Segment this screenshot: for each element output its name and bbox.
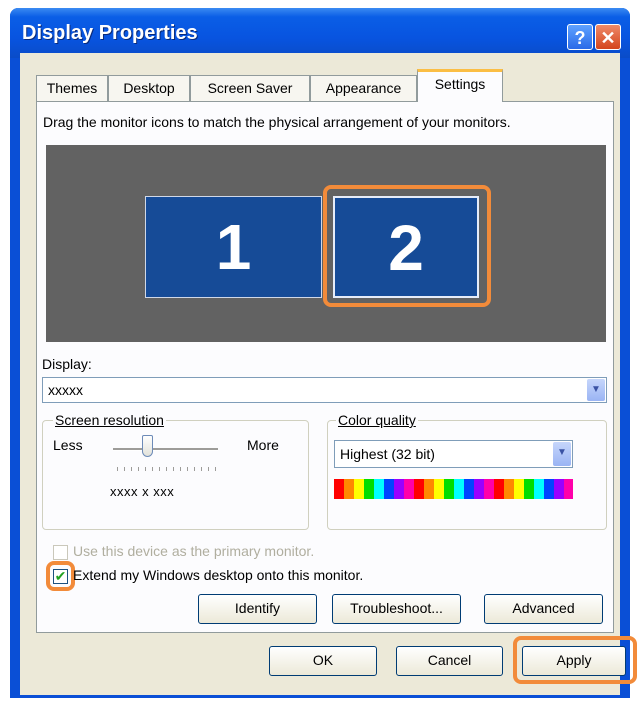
monitor-1[interactable]: 1 (145, 196, 322, 298)
troubleshoot-label: Troubleshoot... (350, 600, 443, 616)
chevron-down-icon[interactable]: ▼ (553, 442, 571, 466)
tab-themes[interactable]: Themes (36, 75, 108, 101)
monitor-2-highlight (323, 185, 491, 307)
resolution-more-label: More (247, 437, 279, 453)
resolution-slider-track (113, 448, 218, 451)
screen-resolution-label: Screen resolution (53, 412, 166, 428)
color-quality-label: Color quality (336, 412, 418, 428)
resolution-slider-thumb[interactable] (142, 435, 153, 457)
title-bar[interactable]: Display Properties ? ✕ (10, 8, 630, 58)
tab-label: Screen Saver (207, 80, 293, 96)
monitor-number: 1 (215, 211, 252, 283)
identify-button[interactable]: Identify (198, 594, 317, 624)
help-icon: ? (574, 28, 586, 48)
color-spectrum-bar (334, 479, 573, 499)
settings-panel: Drag the monitor icons to match the phys… (36, 101, 614, 633)
extend-desktop-label: Extend my Windows desktop onto this moni… (73, 567, 364, 583)
tab-label: Desktop (123, 80, 175, 96)
resolution-slider-ticks (117, 467, 217, 471)
cancel-label: Cancel (427, 652, 472, 668)
display-label: Display: (42, 356, 92, 372)
ok-button[interactable]: OK (269, 646, 377, 676)
extend-checkbox-highlight (46, 561, 75, 591)
color-quality-value: Highest (32 bit) (340, 446, 435, 462)
tab-appearance[interactable]: Appearance (310, 75, 417, 101)
instructions-text: Drag the monitor icons to match the phys… (43, 114, 511, 130)
tab-label: Appearance (325, 80, 402, 96)
close-button[interactable]: ✕ (595, 24, 621, 50)
dialog-body: Themes Desktop Screen Saver Appearance S… (20, 53, 637, 695)
apply-button-highlight (513, 636, 637, 684)
cancel-button[interactable]: Cancel (396, 646, 503, 676)
help-button[interactable]: ? (567, 24, 593, 50)
tab-label: Settings (434, 76, 486, 92)
resolution-less-label: Less (53, 437, 83, 453)
ok-label: OK (312, 652, 334, 668)
monitor-arrangement-area[interactable]: 1 2 (46, 145, 606, 342)
tab-desktop[interactable]: Desktop (108, 75, 190, 101)
identify-label: Identify (234, 600, 281, 616)
tab-settings[interactable]: Settings (417, 69, 503, 102)
display-select[interactable]: xxxxx ▼ (42, 377, 607, 403)
advanced-label: Advanced (512, 600, 575, 616)
display-properties-window: Display Properties ? ✕ Themes Desktop Sc… (10, 8, 637, 698)
window-title: Display Properties (22, 22, 198, 44)
advanced-button[interactable]: Advanced (484, 594, 603, 624)
close-icon: ✕ (600, 28, 616, 48)
tab-label: Themes (46, 80, 98, 96)
tab-screen-saver[interactable]: Screen Saver (190, 75, 310, 101)
chevron-down-icon[interactable]: ▼ (587, 379, 605, 401)
resolution-value: xxxx x xxx (110, 484, 175, 499)
color-quality-group (327, 420, 607, 530)
display-value: xxxxx (48, 382, 83, 398)
troubleshoot-button[interactable]: Troubleshoot... (332, 594, 461, 624)
primary-monitor-checkbox[interactable] (53, 545, 68, 560)
primary-monitor-label: Use this device as the primary monitor. (73, 543, 315, 559)
color-quality-select[interactable]: Highest (32 bit) ▼ (334, 440, 573, 468)
